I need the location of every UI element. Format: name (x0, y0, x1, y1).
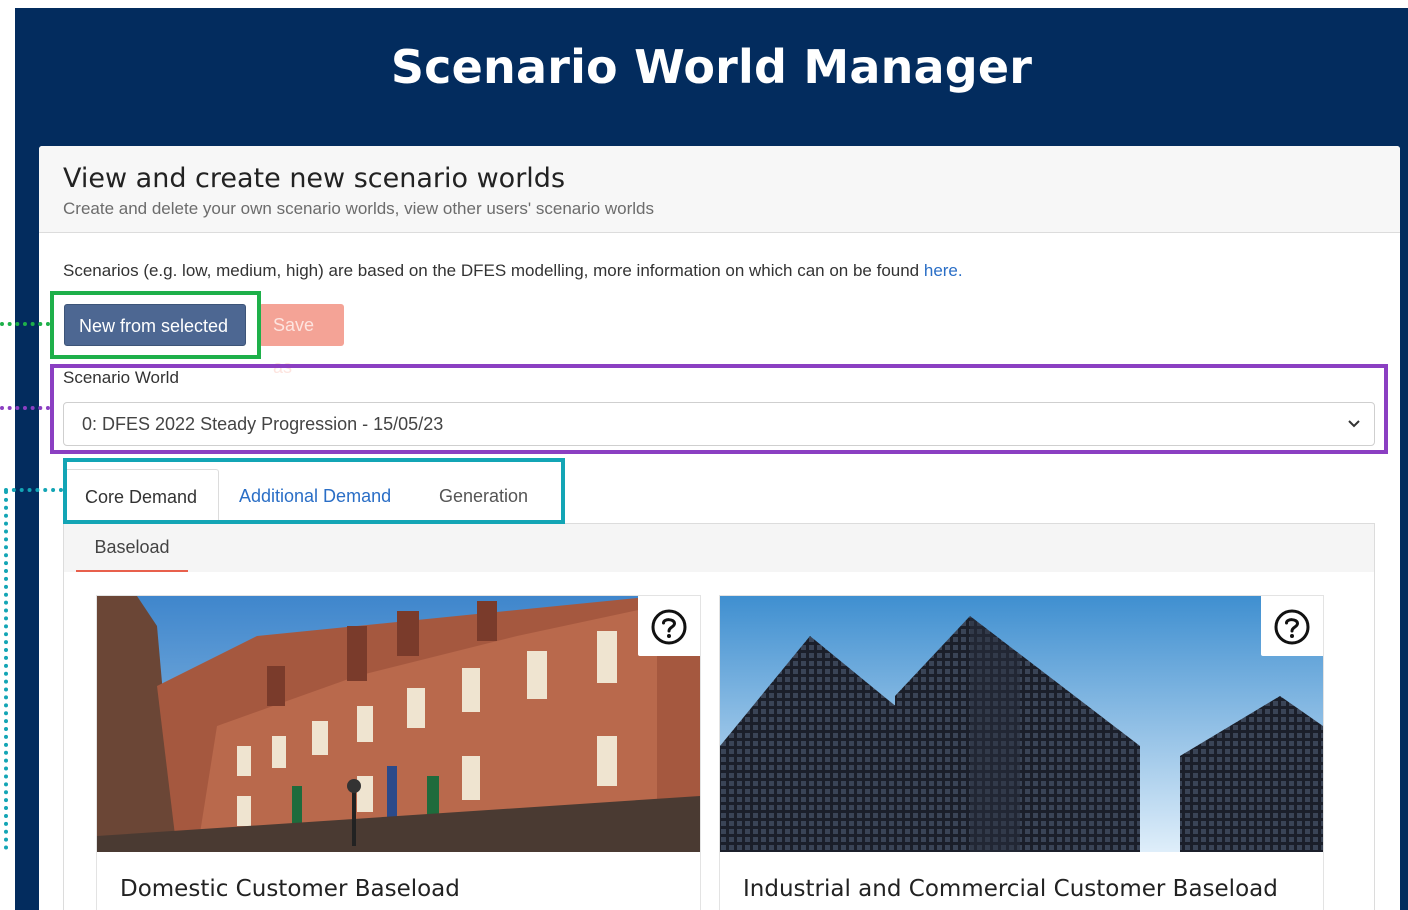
domestic-tile-title: Domestic Customer Baseload (120, 876, 460, 902)
industrial-help-button[interactable] (1261, 596, 1323, 656)
card-header: View and create new scenario worlds Crea… (39, 146, 1400, 233)
industrial-baseload-tile[interactable]: Industrial and Commercial Customer Basel… (719, 595, 1324, 910)
tab-additional-demand[interactable]: Additional Demand (219, 469, 415, 523)
app-title: Scenario World Manager (390, 40, 1033, 94)
domestic-help-button[interactable] (638, 596, 700, 656)
tab-core-demand[interactable]: Core Demand (64, 469, 219, 523)
chevron-down-icon (1348, 420, 1360, 428)
scenario-world-select[interactable]: 0: DFES 2022 Steady Progression - 15/05/… (63, 402, 1375, 446)
info-text-body: Scenarios (e.g. low, medium, high) are b… (63, 261, 924, 280)
app-window: Scenario World Manager View and create n… (15, 8, 1408, 910)
terraced-houses-image (97, 596, 700, 852)
card-subtitle: Create and delete your own scenario worl… (63, 199, 654, 218)
info-text: Scenarios (e.g. low, medium, high) are b… (63, 261, 963, 281)
scenario-world-label: Scenario World (63, 368, 179, 387)
question-circle-icon (1274, 609, 1310, 645)
scenario-world-value: 0: DFES 2022 Steady Progression - 15/05/… (82, 414, 444, 434)
tab-generation[interactable]: Generation (419, 469, 554, 523)
scenario-card: View and create new scenario worlds Crea… (39, 146, 1400, 910)
new-from-selected-button[interactable]: New from selected (64, 304, 246, 346)
question-circle-icon (651, 609, 687, 645)
industrial-tile-title: Industrial and Commercial Customer Basel… (743, 876, 1278, 902)
info-link[interactable]: here. (924, 261, 963, 280)
subtab-baseload[interactable]: Baseload (76, 524, 188, 572)
office-towers-image (720, 596, 1323, 852)
save-as-button[interactable]: Save as (259, 304, 344, 377)
domestic-baseload-tile[interactable]: Domestic Customer Baseload (96, 595, 701, 910)
annotation-leader-teal-vertical (4, 490, 8, 850)
card-title: View and create new scenario worlds (63, 163, 566, 194)
subtab-bar: Baseload (63, 524, 1375, 572)
